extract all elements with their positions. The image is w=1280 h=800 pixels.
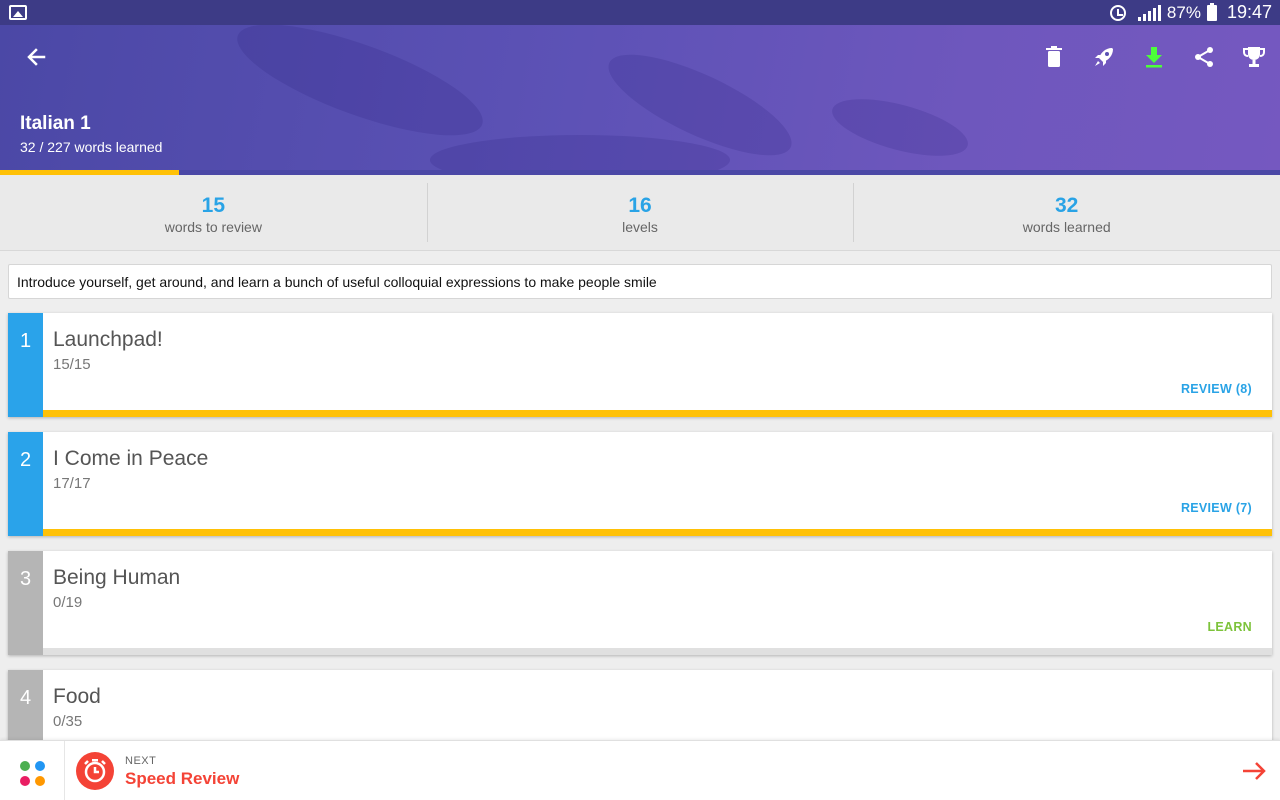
course-title: Italian 1: [20, 113, 91, 134]
toolbar: [1038, 41, 1270, 73]
level-card[interactable]: 1 Launchpad! 15/15 REVIEW (8): [8, 313, 1272, 417]
share-button[interactable]: [1188, 41, 1220, 73]
battery-percent: 87%: [1166, 2, 1201, 22]
dot-icon: [35, 776, 45, 786]
next-mode-title[interactable]: Speed Review: [125, 769, 239, 789]
level-progress-bar: [43, 648, 1272, 655]
alarm-icon: [1109, 4, 1126, 21]
stopwatch-icon: [76, 752, 114, 790]
stat-value: 15: [201, 194, 226, 217]
arrow-right-icon: [1243, 762, 1266, 780]
stat-label: words to review: [164, 219, 262, 235]
leaderboard-button[interactable]: [1238, 41, 1270, 73]
level-card[interactable]: 2 I Come in Peace 17/17 REVIEW (7): [8, 432, 1272, 536]
level-name: I Come in Peace: [53, 447, 209, 470]
delete-icon: [1046, 46, 1062, 67]
status-right: 87% 19:47: [1109, 0, 1272, 25]
rocket-icon: [1095, 48, 1113, 66]
dot-icon: [20, 776, 30, 786]
course-description: Introduce yourself, get around, and lear…: [8, 264, 1272, 299]
download-icon: [1146, 47, 1162, 68]
download-button[interactable]: [1138, 41, 1170, 73]
dot-icon: [35, 761, 45, 771]
level-number: 2: [8, 432, 43, 536]
trophy-icon: [1243, 47, 1265, 67]
battery-icon: [1206, 2, 1217, 21]
speed-review-button[interactable]: [1088, 41, 1120, 73]
clock: 19:47: [1226, 2, 1272, 22]
course-progress-text: 32 / 227 words learned: [20, 139, 163, 155]
stat-value: 16: [628, 194, 652, 217]
level-name: Food: [53, 685, 101, 708]
level-count: 0/35: [53, 713, 83, 730]
level-number: 3: [8, 551, 43, 655]
stat-words-to-review: 15 words to review: [0, 175, 427, 250]
status-bar: 87% 19:47: [0, 0, 1280, 25]
arrow-left-icon: [27, 48, 46, 66]
stat-levels: 16 levels: [426, 175, 854, 250]
level-name: Launchpad!: [53, 328, 163, 351]
level-count: 15/15: [53, 356, 91, 373]
level-card[interactable]: 3 Being Human 0/19 LEARN: [8, 551, 1272, 655]
level-count: 17/17: [53, 475, 91, 492]
gallery-icon: [9, 5, 27, 20]
share-icon: [1195, 47, 1213, 67]
level-name: Being Human: [53, 566, 181, 589]
level-progress-bar: [43, 410, 1272, 417]
delete-button[interactable]: [1038, 41, 1070, 73]
stat-label: levels: [622, 219, 658, 235]
review-button[interactable]: REVIEW (7): [1181, 501, 1252, 515]
stats-row: 15 words to review 16 levels 32 words le…: [0, 175, 1280, 251]
back-button[interactable]: [20, 43, 52, 71]
next-button[interactable]: [1238, 755, 1270, 787]
stat-value: 32: [1055, 194, 1079, 217]
dot-icon: [20, 761, 30, 771]
learn-button[interactable]: LEARN: [1207, 620, 1252, 634]
level-count: 0/19: [53, 594, 83, 611]
stat-label: words learned: [1022, 219, 1111, 235]
next-label: NEXT: [125, 755, 157, 767]
apps-menu-button[interactable]: [0, 741, 65, 800]
stat-words-learned: 32 words learned: [853, 175, 1280, 250]
bottom-bar: NEXT Speed Review: [0, 740, 1280, 800]
level-progress-bar: [43, 529, 1272, 536]
review-button[interactable]: REVIEW (8): [1181, 382, 1252, 396]
signal-icon: [1137, 4, 1161, 21]
level-number: 1: [8, 313, 43, 417]
course-header: Italian 1 32 / 227 words learned: [0, 25, 1280, 170]
